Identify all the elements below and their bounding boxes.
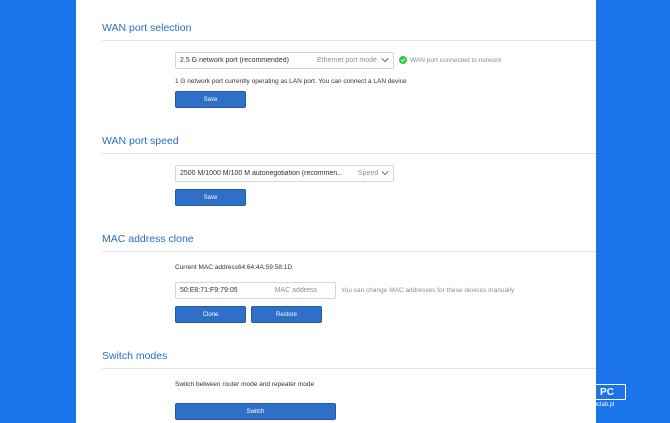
chevron-down-icon [381,171,389,176]
mac-address-input[interactable]: 50:E8:71:F9:79:05 MAC address [175,282,336,299]
select-hint: Speed [358,170,379,177]
save-button[interactable]: Save [175,189,246,206]
mac-help-text: You can change MAC addresses for these d… [341,287,515,294]
switch-modes-info: Switch between router mode and repeater … [175,381,315,388]
chevron-down-icon [381,58,389,63]
watermark-logo-mark: PC [588,384,626,400]
restore-button[interactable]: Restore [251,306,322,323]
lan-port-info: 1 G network port currently operating as … [175,78,407,85]
settings-panel: WAN port selection 2.5 G network port (r… [76,0,596,423]
wan-status-text: WAN port connected to network [410,56,502,64]
select-value: 2500 M/1000 M/100 M autonegotiation (rec… [180,170,342,177]
mac-address-value: 50:E8:71:F9:79:05 [180,287,238,294]
clone-button[interactable]: Clone [175,306,246,323]
mac-address-hint: MAC address [274,287,317,294]
wan-status: WAN port connected to network [399,56,502,64]
divider [102,368,596,369]
watermark-subtext: pclab.pl [593,402,615,408]
watermark-logo: PC pclab.pl [578,384,630,414]
switch-modes-title: Switch modes [102,350,168,362]
divider [102,40,596,41]
select-hint: Ethernet port mode [317,57,377,64]
wan-port-selection-title: WAN port selection [102,22,192,34]
divider [102,153,596,154]
divider [102,251,596,252]
speed-select[interactable]: 2500 M/1000 M/100 M autonegotiation (rec… [175,165,394,182]
current-mac-address: Current MAC address64:64:4A:59:58:1D [175,264,293,271]
switch-button[interactable]: Switch [175,403,336,420]
mac-address-clone-title: MAC address clone [102,233,194,245]
select-value: 2.5 G network port (recommended) [180,57,289,64]
wan-port-speed-title: WAN port speed [102,135,179,147]
save-button[interactable]: Save [175,91,246,108]
ethernet-port-mode-select[interactable]: 2.5 G network port (recommended) Etherne… [175,52,394,69]
check-circle-icon [399,56,407,64]
